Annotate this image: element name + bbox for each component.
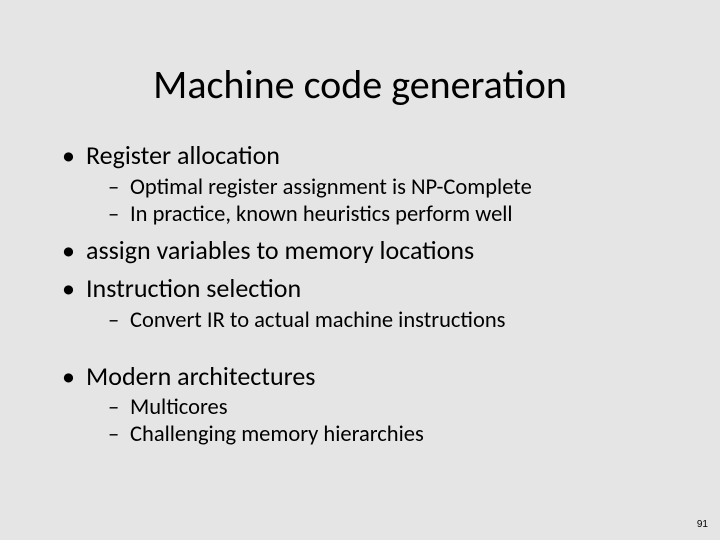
spacer xyxy=(60,334,650,354)
subbullet-convert-ir: Convert IR to actual machine instruction… xyxy=(60,307,650,334)
subbullet-np-complete: Optimal register assignment is NP-Comple… xyxy=(60,174,650,201)
slide-title: Machine code generation xyxy=(50,60,670,109)
bullet-instruction-selection: Instruction selection xyxy=(60,272,650,305)
bullet-register-allocation: Register allocation xyxy=(60,139,650,172)
page-number: 91 xyxy=(697,519,708,530)
slide-content: Register allocation Optimal register ass… xyxy=(50,139,670,448)
subbullet-heuristics: In practice, known heuristics perform we… xyxy=(60,201,650,228)
bullet-assign-memory: assign variables to memory locations xyxy=(60,234,650,267)
slide: Machine code generation Register allocat… xyxy=(0,0,720,540)
subbullet-memory-hierarchies: Challenging memory hierarchies xyxy=(60,421,650,448)
subbullet-multicores: Multicores xyxy=(60,394,650,421)
bullet-modern-architectures: Modern architectures xyxy=(60,360,650,393)
